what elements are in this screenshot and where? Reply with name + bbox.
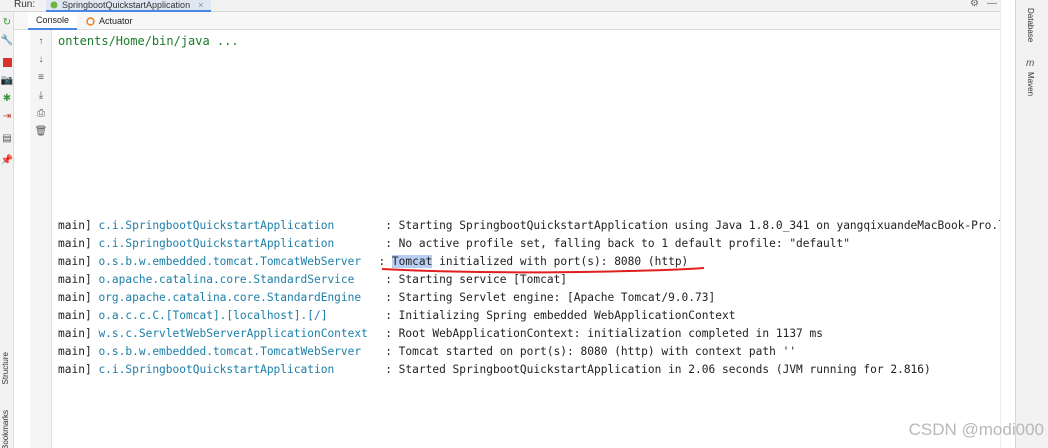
exit-icon[interactable]: ⇥ [1,110,13,122]
tab-console-label: Console [36,15,70,25]
maven-tool-tab[interactable]: Maven [1026,72,1035,96]
spring-app-icon [50,1,58,9]
rerun-icon[interactable]: ↻ [1,16,13,28]
minimize-icon[interactable]: — [987,0,997,9]
editor-gutter [1000,0,1015,448]
debug-icon[interactable]: ✱ [1,92,13,104]
camera-icon[interactable]: 📷 [1,74,13,86]
pin-icon[interactable]: 📌 [1,154,13,166]
tab-console[interactable]: Console [28,12,78,30]
actuator-icon [86,16,95,26]
console-actions-column: ↑ ↓ ≡ ⤓ ⎙ 🗑 [30,30,52,448]
trash-icon[interactable]: 🗑 [35,125,48,137]
log-line: main] o.s.b.w.embedded.tomcat.TomcatWebS… [58,345,797,358]
stop-icon[interactable] [1,56,13,68]
bookmarks-tool-tab[interactable]: Bookmarks [1,410,10,448]
right-tool-strip: Database m Maven [1015,0,1048,448]
run-config-title: SpringbootQuickstartApplication [62,0,191,10]
print-icon[interactable]: ⎙ [35,107,47,119]
log-line: main] c.i.SpringbootQuickstartApplicatio… [58,237,850,250]
log-line: main] w.s.c.ServletWebServerApplicationC… [58,327,823,340]
java-command-line: ontents/Home/bin/java ... [58,34,239,48]
log-line: main] o.apache.catalina.core.StandardSer… [58,273,568,286]
database-tool-tab[interactable]: Database [1026,8,1035,42]
gear-icon[interactable]: ⚙ [970,0,979,9]
tab-actuator[interactable]: Actuator [78,12,141,30]
console-tabs-bar: Console Actuator [14,12,1015,30]
console-output[interactable]: ontents/Home/bin/java ... main] c.i.Spri… [52,30,1032,448]
arrow-down-icon[interactable]: ↓ [35,53,47,65]
wrench-icon[interactable]: 🔧 [1,34,13,46]
log-line: main] c.i.SpringbootQuickstartApplicatio… [58,363,931,376]
structure-tool-tab[interactable]: Structure [1,352,10,384]
run-header: Run: SpringbootQuickstartApplication × ⚙… [0,0,1015,12]
run-config-tab[interactable]: SpringbootQuickstartApplication × [46,0,212,12]
close-icon[interactable]: × [198,0,203,10]
run-actions: ⚙ — [970,0,997,9]
layout-icon[interactable]: ▤ [1,132,13,144]
red-underline-annotation [381,267,705,274]
left-tool-strip: ↻ 🔧 📷 ✱ ⇥ ▤ 📌 Structure Bookmarks [0,12,14,448]
log-line: main] org.apache.catalina.core.StandardE… [58,291,716,304]
tab-actuator-label: Actuator [99,16,133,26]
maven-icon: m [1026,58,1035,69]
scroll-to-end-icon[interactable]: ⤓ [35,89,47,101]
arrow-up-icon[interactable]: ↑ [35,35,47,47]
watermark: CSDN @modi000 [908,420,1044,439]
log-line: main] o.a.c.c.C.[Tomcat].[localhost].[/]… [58,309,736,322]
log-line: main] c.i.SpringbootQuickstartApplicatio… [58,219,1032,232]
soft-wrap-icon[interactable]: ≡ [35,71,47,83]
run-label: Run: [14,0,36,10]
